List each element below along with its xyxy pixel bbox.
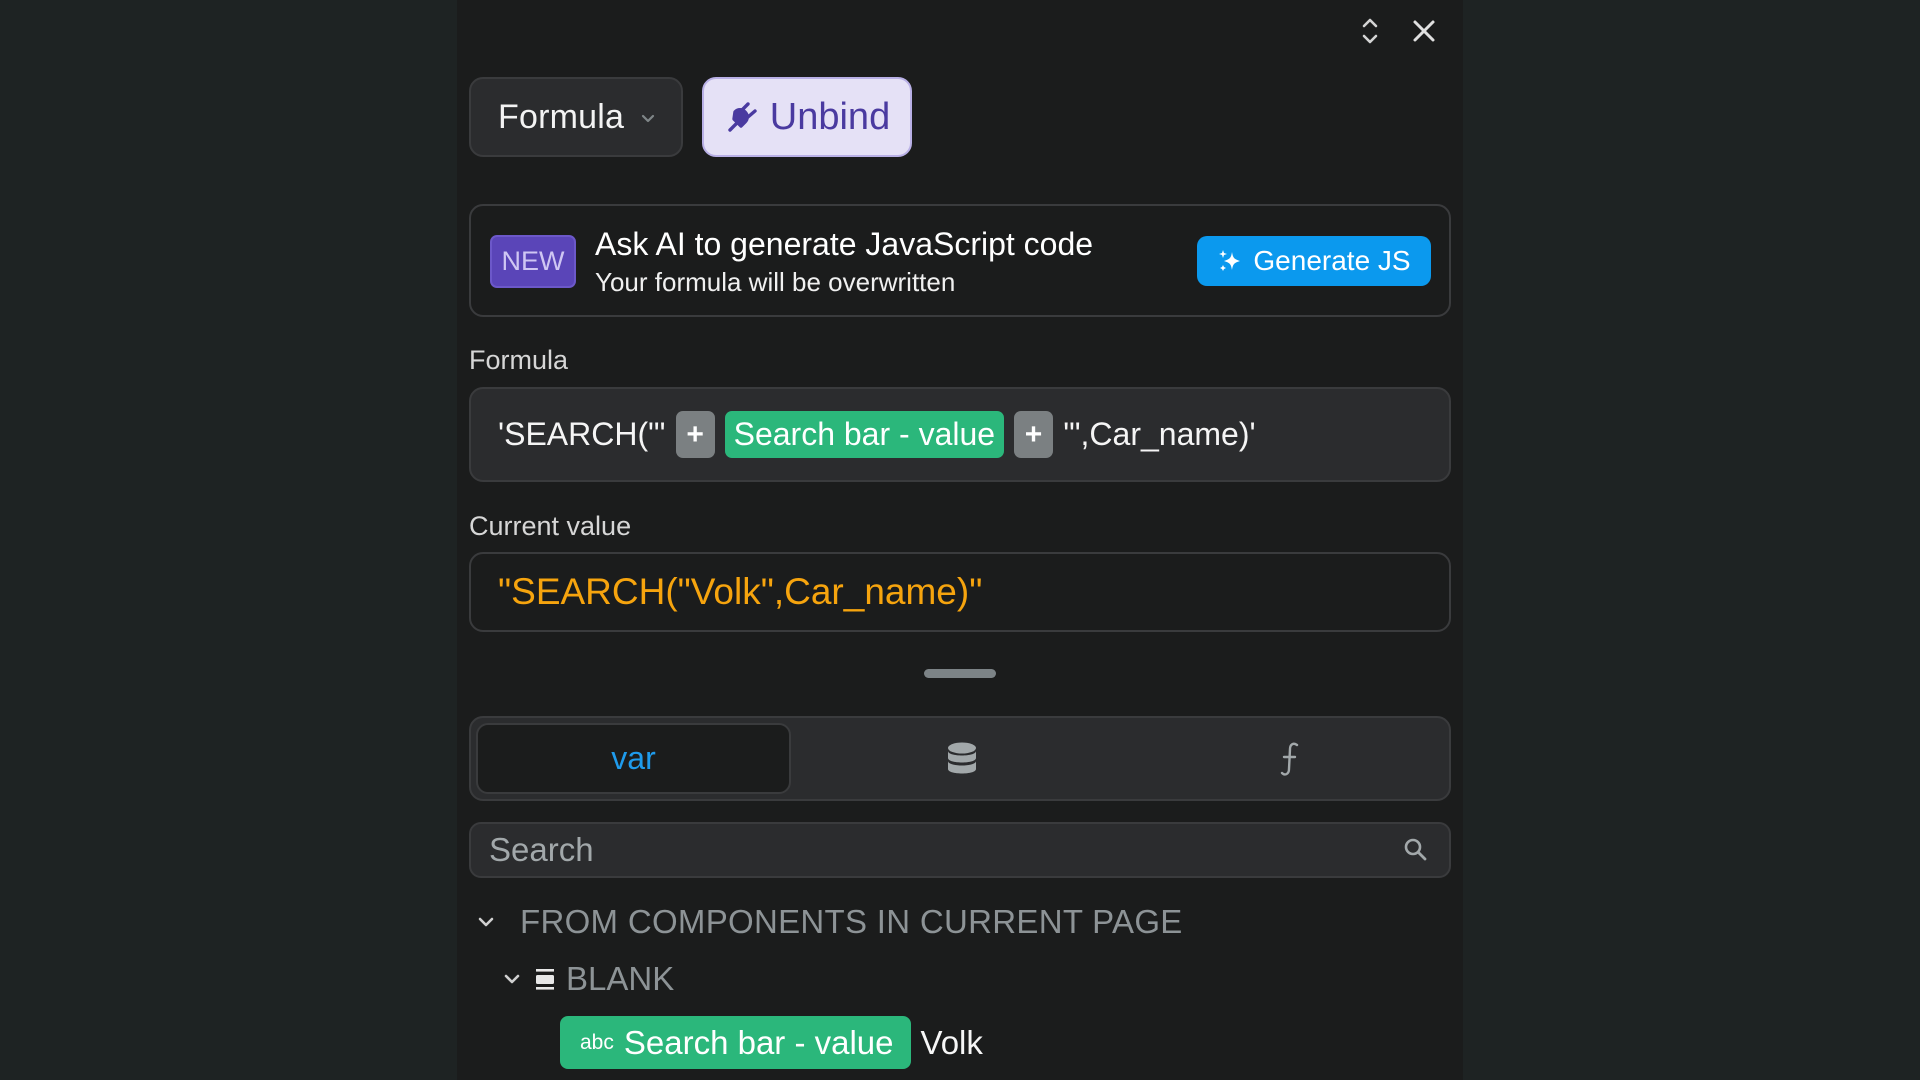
current-value-display: "SEARCH("Volk",Car_name)" <box>469 552 1451 632</box>
function-icon <box>1280 742 1298 776</box>
close-icon <box>1413 20 1435 42</box>
formula-operator-chip: + <box>675 411 715 458</box>
chevron-down-icon <box>504 974 520 984</box>
expand-collapse-icon <box>1362 18 1378 44</box>
chevron-down-icon <box>642 114 655 123</box>
tab-variables-label: var <box>611 740 656 776</box>
unbind-button[interactable]: Unbind <box>702 77 912 157</box>
ai-generate-banner: NEW Ask AI to generate JavaScript code Y… <box>469 204 1451 317</box>
formula-operator-chip: + <box>1014 411 1054 458</box>
formula-text-token: 'SEARCH("' <box>498 416 666 452</box>
tab-functions[interactable] <box>1132 723 1447 794</box>
search-input[interactable] <box>489 831 1403 869</box>
variable-chip[interactable]: abc Search bar - value <box>560 1016 911 1069</box>
formula-editor-panel: Formula Unbind NEW Ask AI to generate Ja… <box>457 0 1463 1080</box>
variable-search <box>469 822 1451 878</box>
formula-input[interactable]: 'SEARCH("' + Search bar - value + '",Car… <box>469 387 1451 482</box>
current-value-text: "SEARCH("Volk",Car_name)" <box>498 571 983 612</box>
database-icon <box>947 742 976 773</box>
variable-name: Search bar - value <box>623 1023 894 1061</box>
expand-collapse-button[interactable] <box>1353 14 1387 48</box>
string-type-icon: abc <box>580 1030 614 1054</box>
current-value-label: Current value <box>469 511 632 541</box>
formula-text-token: '",Car_name)' <box>1063 416 1256 452</box>
ai-banner-title: Ask AI to generate JavaScript code <box>595 226 1094 262</box>
new-badge: NEW <box>490 235 576 288</box>
generate-js-label: Generate JS <box>1253 245 1411 276</box>
unplug-icon <box>728 102 757 132</box>
variable-list-item[interactable]: abc Search bar - value Volk <box>560 1016 983 1069</box>
unbind-label: Unbind <box>769 95 891 138</box>
section-title: FROM COMPONENTS IN CURRENT PAGE <box>520 903 1183 940</box>
formula-label: Formula <box>469 345 569 375</box>
binding-mode-label: Formula <box>498 97 625 136</box>
variable-value: Volk <box>920 1023 983 1061</box>
resize-drag-handle[interactable] <box>924 669 996 678</box>
container-component-icon <box>536 969 554 990</box>
explorer-tabs: var <box>469 716 1451 801</box>
tab-variables[interactable]: var <box>476 723 791 794</box>
generate-js-button[interactable]: Generate JS <box>1197 236 1431 286</box>
group-title: BLANK <box>566 960 675 997</box>
close-button[interactable] <box>1407 14 1441 48</box>
sparkles-icon <box>1219 250 1241 271</box>
binding-mode-dropdown[interactable]: Formula <box>469 77 683 157</box>
tree-group-header[interactable]: BLANK <box>502 960 674 998</box>
chevron-down-icon <box>478 917 494 927</box>
formula-variable-chip[interactable]: Search bar - value <box>724 411 1005 458</box>
tree-section-header[interactable]: FROM COMPONENTS IN CURRENT PAGE <box>475 903 1183 941</box>
search-icon <box>1404 838 1427 861</box>
tab-data[interactable] <box>804 723 1119 794</box>
ai-banner-subtitle: Your formula will be overwritten <box>595 267 956 297</box>
